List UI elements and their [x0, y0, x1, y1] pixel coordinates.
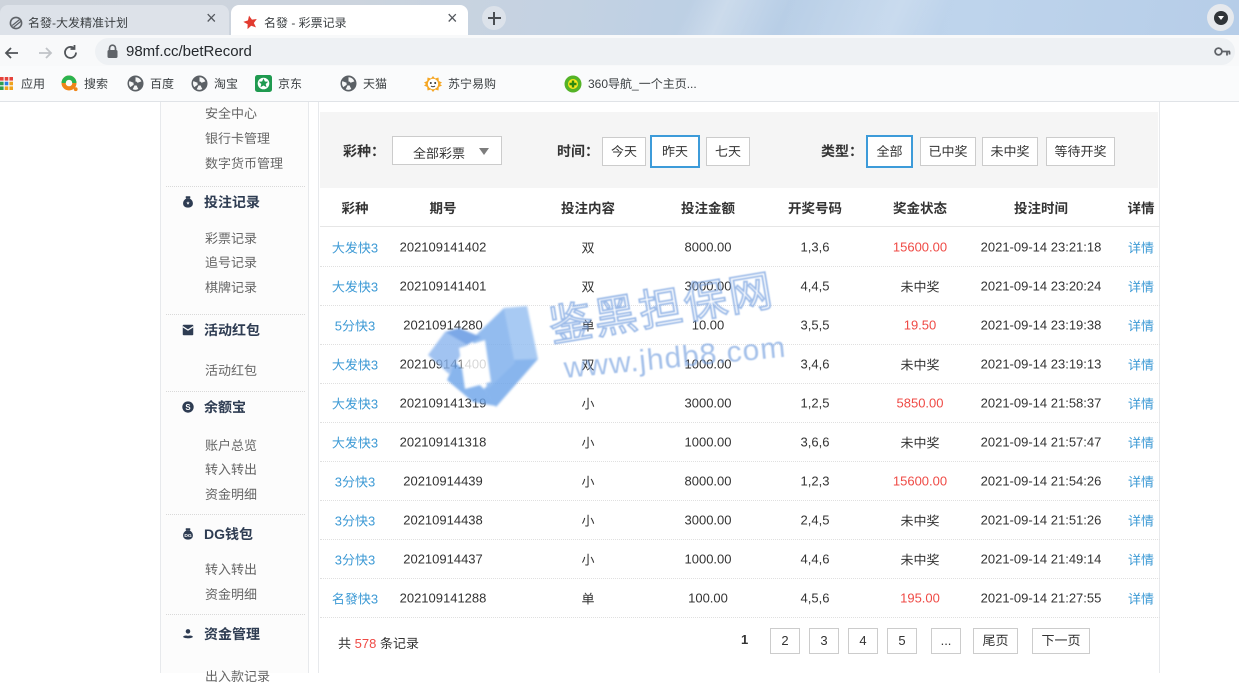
svg-text:S: S [185, 403, 190, 412]
svg-text:DG: DG [184, 532, 192, 538]
